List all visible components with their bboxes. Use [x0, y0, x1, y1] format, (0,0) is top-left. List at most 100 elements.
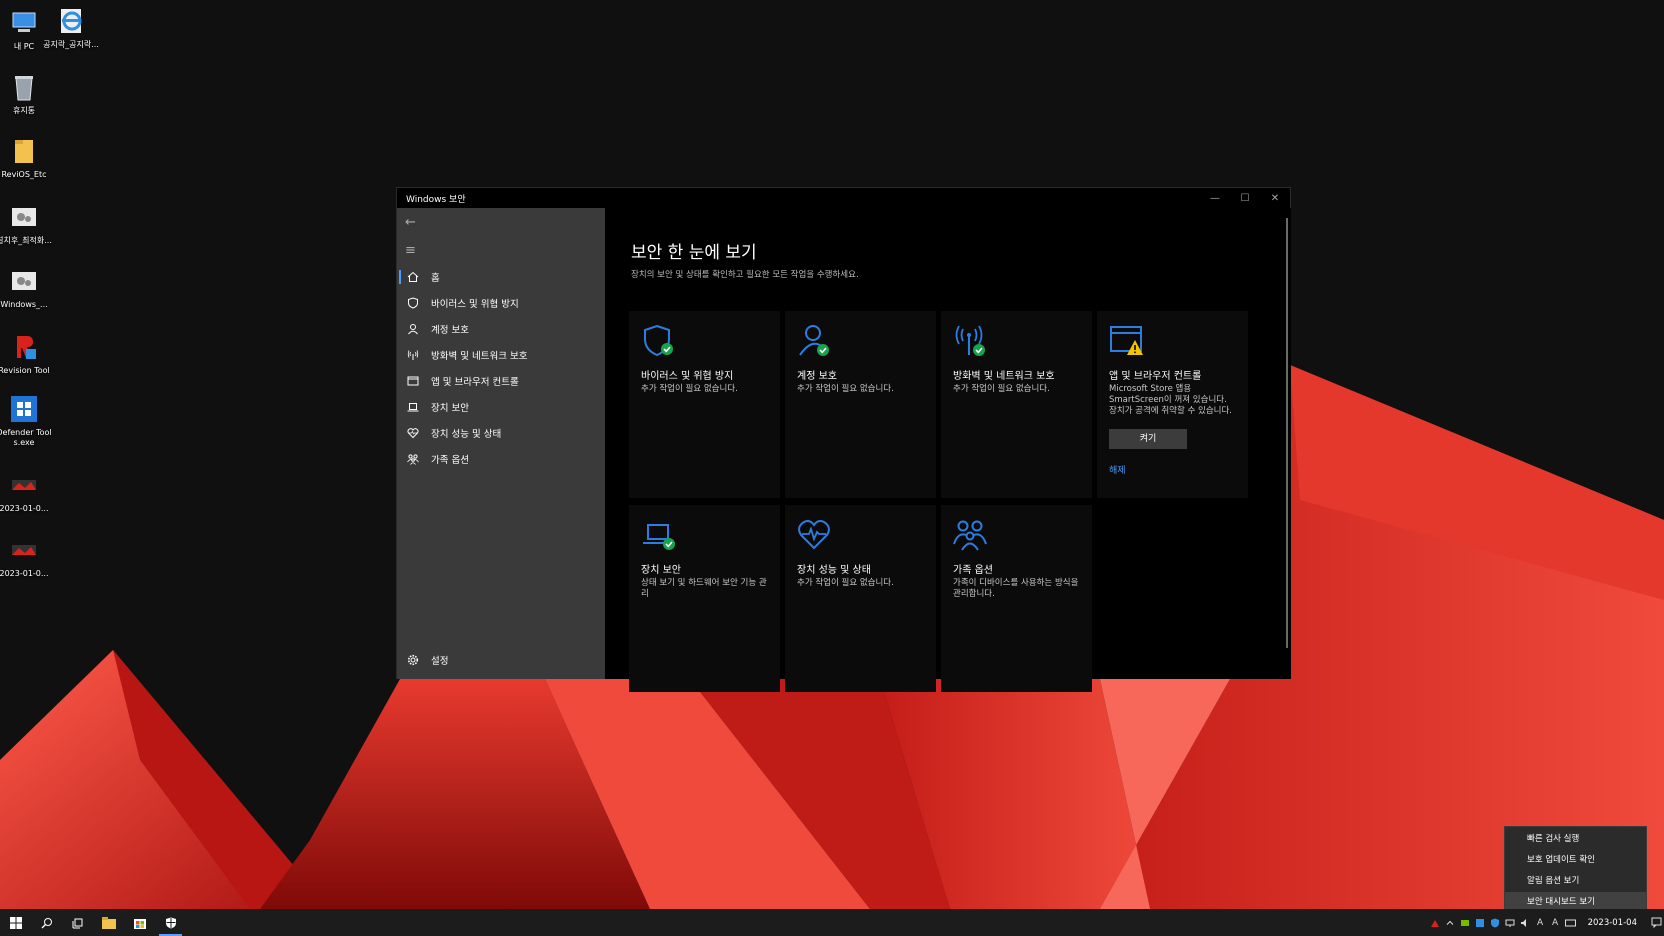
close-button[interactable]: ✕: [1260, 188, 1290, 208]
nvidia-icon[interactable]: [1458, 909, 1473, 936]
task-view-icon: [72, 918, 82, 928]
shield-icon: [165, 917, 176, 928]
desktop-icon-defender-tools[interactable]: Defender Tools.exe: [0, 394, 52, 448]
network-icon[interactable]: [1503, 909, 1518, 936]
desktop-icon-post-install[interactable]: 설치후_최적화...: [0, 202, 52, 246]
menu-item-notification-options[interactable]: 알림 옵션 보기: [1505, 871, 1646, 892]
keyboard-icon[interactable]: [1563, 909, 1578, 936]
image-file-icon: [9, 470, 39, 500]
page-subtitle: 장치의 보안 및 상태를 확인하고 필요한 모든 작업을 수행하세요.: [631, 270, 859, 280]
heart-icon: [406, 426, 420, 440]
tile-title: 방화벽 및 네트워크 보호: [953, 371, 1055, 382]
sidebar: ← ≡ 홈 바이러스 및 위협 방지 계정 보호 방화벽 및 네트워크 보호 앱…: [397, 208, 605, 679]
windows-security-window: Windows 보안 — ☐ ✕ ← ≡ 홈 바이러스 및 위협 방지 계정 보…: [396, 187, 1291, 692]
dismiss-link[interactable]: 해제: [1109, 463, 1236, 476]
display-icon[interactable]: [1473, 909, 1488, 936]
sidebar-item-app-browser-control[interactable]: 앱 및 브라우저 컨트롤: [397, 368, 605, 394]
start-button[interactable]: [0, 909, 31, 936]
windows-logo-icon: [9, 916, 22, 929]
sidebar-item-label: 바이러스 및 위협 방지: [431, 299, 519, 310]
desktop-icon-revios-etc[interactable]: ReviOS_Etc: [0, 136, 52, 180]
hamburger-menu-button[interactable]: ≡: [397, 236, 605, 264]
clock-date[interactable]: 2023-01-04: [1578, 918, 1649, 928]
sidebar-item-account-protection[interactable]: 계정 보호: [397, 316, 605, 342]
desktop-icon-recycle-bin[interactable]: 휴지통: [0, 72, 52, 116]
input-method-indicator[interactable]: A: [1533, 909, 1548, 936]
sidebar-item-virus-protection[interactable]: 바이러스 및 위협 방지: [397, 290, 605, 316]
minimize-button[interactable]: —: [1200, 188, 1230, 208]
sidebar-item-firewall[interactable]: 방화벽 및 네트워크 보호: [397, 342, 605, 368]
maximize-button[interactable]: ☐: [1230, 188, 1260, 208]
store-icon: [133, 918, 146, 929]
menu-item-check-updates[interactable]: 보호 업데이트 확인: [1505, 850, 1646, 871]
tile-title: 장치 성능 및 상태: [797, 565, 871, 576]
gear-icon: [406, 653, 420, 667]
antenna-icon: [406, 348, 420, 362]
tile-device-health[interactable]: 장치 성능 및 상태 추가 작업이 필요 없습니다.: [785, 505, 936, 692]
system-tray: A A 2023-01-04: [1428, 909, 1664, 936]
language-indicator[interactable]: A: [1548, 909, 1563, 936]
tile-firewall[interactable]: 방화벽 및 네트워크 보호 추가 작업이 필요 없습니다.: [941, 311, 1092, 498]
sidebar-item-home[interactable]: 홈: [397, 264, 605, 290]
sidebar-item-label: 가족 옵션: [431, 455, 469, 466]
desktop-icon-screenshot-1[interactable]: 2023-01-0...: [0, 470, 52, 514]
defender-tools-icon: [9, 394, 39, 424]
heart-pulse-icon: [797, 517, 833, 553]
home-icon: [406, 270, 420, 284]
taskbar-file-explorer[interactable]: [93, 909, 124, 936]
security-context-menu: 빠른 검사 실행 보호 업데이트 확인 알림 옵션 보기 보안 대시보드 보기: [1504, 826, 1647, 916]
search-button[interactable]: [31, 909, 62, 936]
tile-account-protection[interactable]: 계정 보호 추가 작업이 필요 없습니다.: [785, 311, 936, 498]
tile-description: 추가 작업이 필요 없습니다.: [641, 384, 738, 394]
tray-app-icon[interactable]: [1428, 909, 1443, 936]
tile-app-browser-control[interactable]: 앱 및 브라우저 컨트롤 Microsoft Store 앱용 SmartScr…: [1097, 311, 1248, 498]
tile-description: 추가 작업이 필요 없습니다.: [953, 384, 1050, 394]
desktop-icon-revision-tool[interactable]: Revision Tool: [0, 332, 52, 376]
browser-warning-icon: [1109, 323, 1145, 359]
volume-icon[interactable]: [1518, 909, 1533, 936]
internet-explorer-icon: [56, 6, 86, 36]
tile-family-options[interactable]: 가족 옵션 가족이 디바이스를 사용하는 방식을 관리합니다.: [941, 505, 1092, 692]
tile-device-security[interactable]: 장치 보안 상태 보기 및 하드웨어 보안 기능 관리: [629, 505, 780, 692]
chevron-up-icon[interactable]: [1443, 909, 1458, 936]
tile-virus-protection[interactable]: 바이러스 및 위협 방지 추가 작업이 필요 없습니다.: [629, 311, 780, 498]
sidebar-item-label: 계정 보호: [431, 325, 469, 336]
scrollbar[interactable]: [1286, 218, 1288, 648]
taskbar-store[interactable]: [124, 909, 155, 936]
page-title: 보안 한 눈에 보기: [631, 243, 757, 263]
desktop-icon-screenshot-2[interactable]: 2023-01-0...: [0, 535, 52, 579]
shield-check-icon: [641, 323, 677, 359]
tile-title: 가족 옵션: [953, 565, 993, 576]
security-tray-icon[interactable]: [1488, 909, 1503, 936]
tile-title: 앱 및 브라우저 컨트롤: [1109, 371, 1202, 382]
sidebar-item-label: 장치 보안: [431, 403, 469, 414]
laptop-check-icon: [641, 517, 677, 553]
sidebar-item-settings[interactable]: 설정: [397, 647, 605, 673]
person-check-icon: [797, 323, 833, 359]
window-title: Windows 보안: [406, 194, 466, 205]
sidebar-item-device-health[interactable]: 장치 성능 및 상태: [397, 420, 605, 446]
tile-title: 바이러스 및 위협 방지: [641, 371, 734, 382]
sidebar-item-label: 설정: [431, 656, 449, 667]
sidebar-item-family-options[interactable]: 가족 옵션: [397, 446, 605, 472]
main-content: 보안 한 눈에 보기 장치의 보안 및 상태를 확인하고 필요한 모든 작업을 …: [605, 208, 1291, 692]
turn-on-button[interactable]: 켜기: [1109, 429, 1187, 449]
browser-icon: [406, 374, 420, 388]
back-button[interactable]: ←: [397, 208, 605, 236]
tile-description: 상태 보기 및 하드웨어 보안 기능 관리: [641, 578, 767, 599]
sidebar-item-label: 앱 및 브라우저 컨트롤: [431, 377, 519, 388]
person-icon: [406, 322, 420, 336]
sidebar-item-label: 장치 성능 및 상태: [431, 429, 502, 440]
image-file-icon: [9, 535, 39, 565]
sidebar-item-device-security[interactable]: 장치 보안: [397, 394, 605, 420]
taskbar-windows-security[interactable]: [155, 909, 186, 936]
desktop-icon-windows[interactable]: Windows_...: [0, 266, 52, 310]
menu-item-quick-scan[interactable]: 빠른 검사 실행: [1505, 829, 1646, 850]
tile-description: 추가 작업이 필요 없습니다.: [797, 578, 894, 588]
title-bar[interactable]: Windows 보안 — ☐ ✕: [397, 188, 1290, 208]
desktop-icon-shortcut[interactable]: 공지락_공지락...: [43, 6, 99, 50]
shield-icon: [406, 296, 420, 310]
notification-center-icon[interactable]: [1649, 909, 1664, 936]
tile-description: Microsoft Store 앱용 SmartScreen이 꺼져 있습니다.…: [1109, 384, 1232, 416]
task-view-button[interactable]: [62, 909, 93, 936]
